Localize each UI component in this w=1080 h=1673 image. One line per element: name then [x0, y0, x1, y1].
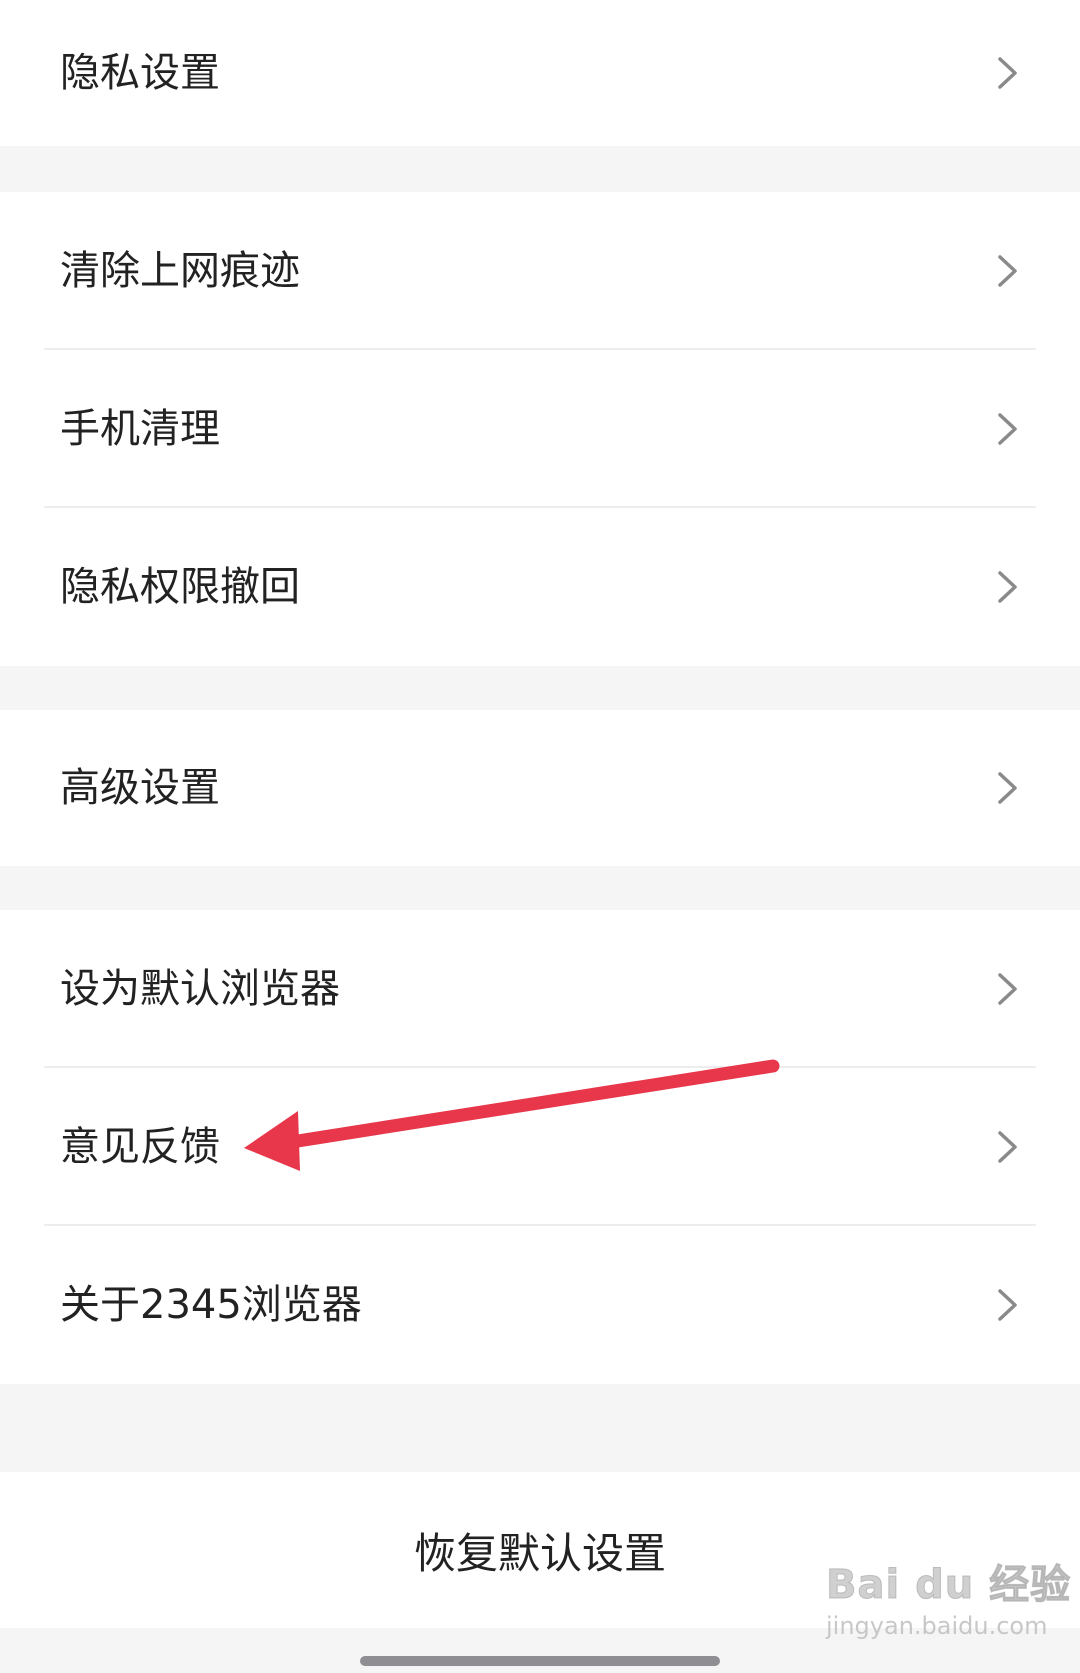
chevron-right-icon — [998, 571, 1017, 603]
settings-item-privacy[interactable]: 隐私设置 — [0, 0, 1080, 146]
settings-item-advanced[interactable]: 高级设置 — [0, 710, 1080, 866]
settings-item-label: 隐私设置 — [60, 50, 220, 96]
settings-item-revoke-permissions[interactable]: 隐私权限撤回 — [0, 508, 1080, 666]
settings-item-label: 设为默认浏览器 — [60, 966, 340, 1012]
watermark-brand: Bai du 经验 — [825, 1562, 1072, 1609]
settings-item-clear-history[interactable]: 清除上网痕迹 — [0, 192, 1080, 350]
settings-item-label: 高级设置 — [60, 765, 220, 811]
chevron-right-icon — [998, 57, 1017, 89]
settings-group-about: 设为默认浏览器 意见反馈 关于2345浏览器 — [0, 910, 1080, 1384]
chevron-right-icon — [998, 255, 1017, 287]
watermark-url: jingyan.baidu.com — [826, 1612, 1048, 1640]
reset-defaults-label: 恢复默认设置 — [413, 1528, 666, 1578]
home-indicator[interactable] — [360, 1656, 720, 1666]
settings-item-label: 手机清理 — [60, 406, 220, 452]
settings-group-privacy: 隐私设置 — [0, 0, 1080, 146]
settings-item-label: 隐私权限撤回 — [60, 564, 300, 610]
chevron-right-icon — [998, 413, 1017, 445]
settings-item-label: 意见反馈 — [60, 1124, 220, 1170]
chevron-right-icon — [998, 772, 1017, 804]
settings-group-clean: 清除上网痕迹 手机清理 隐私权限撤回 — [0, 192, 1080, 666]
chevron-right-icon — [998, 973, 1017, 1005]
settings-item-default-browser[interactable]: 设为默认浏览器 — [0, 910, 1080, 1068]
settings-item-label: 清除上网痕迹 — [60, 248, 300, 294]
chevron-right-icon — [998, 1289, 1017, 1321]
baidu-jingyan-watermark: Bai du 经验 jingyan.baidu.com — [825, 1552, 1070, 1652]
settings-item-about[interactable]: 关于2345浏览器 — [0, 1226, 1080, 1384]
settings-item-feedback[interactable]: 意见反馈 — [0, 1068, 1080, 1226]
settings-group-advanced: 高级设置 — [0, 710, 1080, 866]
settings-item-label: 关于2345浏览器 — [60, 1282, 362, 1328]
settings-screen: 隐私设置 清除上网痕迹 手机清理 隐私权限撤回 高级设置 设为默认浏览器 意见反… — [0, 0, 1080, 1673]
chevron-right-icon — [998, 1131, 1017, 1163]
settings-item-phone-clean[interactable]: 手机清理 — [0, 350, 1080, 508]
